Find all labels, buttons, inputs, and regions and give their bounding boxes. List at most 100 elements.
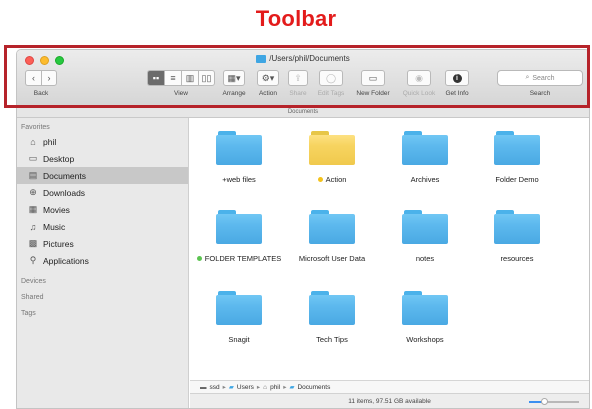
sidebar-item-label: Documents: [43, 170, 86, 181]
action-button[interactable]: ⚙▾: [257, 70, 279, 86]
slider-knob[interactable]: [541, 398, 548, 405]
cover-flow-icon: ▯▯: [201, 72, 212, 83]
file-name: Tech Tips: [316, 335, 348, 344]
action-label: Action: [258, 90, 278, 97]
path-crumb[interactable]: ssd: [210, 384, 220, 391]
folder-icon: [256, 54, 267, 63]
icon-size-slider[interactable]: [529, 398, 579, 405]
applications-icon: ⚲: [29, 255, 37, 265]
downloads-icon: ⊕: [29, 187, 37, 197]
sidebar-item-movies[interactable]: ▦ Movies: [17, 201, 188, 218]
column-view-button[interactable]: ▥: [181, 70, 198, 86]
view-label: View: [174, 90, 188, 97]
file-label: Snagit: [194, 335, 284, 344]
get-info-button[interactable]: i: [445, 70, 469, 86]
sidebar-item-music[interactable]: ♫ Music: [17, 218, 188, 235]
back-forward-group: ‹ ›: [25, 70, 57, 86]
tag-icon: ◯: [325, 72, 337, 83]
quick-look-label: Quick Look: [402, 90, 436, 97]
columns-icon: ▥: [185, 72, 195, 83]
sidebar-item-applications[interactable]: ⚲ Applications: [17, 252, 188, 269]
file-item[interactable]: Folder Demo: [472, 131, 562, 184]
forward-button[interactable]: ›: [41, 70, 57, 86]
folder-icon: [309, 210, 355, 244]
file-item[interactable]: Microsoft User Data: [287, 210, 377, 263]
edit-tags-button[interactable]: ◯: [319, 70, 343, 86]
documents-icon: ▤: [28, 170, 38, 180]
file-name: Workshops: [406, 335, 444, 344]
sidebar-item-desktop[interactable]: ▭ Desktop: [17, 150, 188, 167]
file-name: Archives: [410, 175, 440, 184]
folder-icon: [402, 210, 448, 244]
movies-icon: ▦: [28, 204, 38, 214]
window-title-text: /Users/phil/Documents: [269, 54, 350, 63]
file-name: notes: [415, 254, 435, 263]
home-icon: ⌂: [30, 136, 36, 147]
search-field[interactable]: ⌕ Search: [497, 70, 583, 86]
status-text: 11 items, 97.51 GB available: [348, 398, 431, 405]
gear-icon: ⚙▾: [261, 72, 275, 83]
file-item[interactable]: Tech Tips: [287, 291, 377, 344]
file-item[interactable]: notes: [380, 210, 470, 263]
file-name: Snagit: [228, 335, 250, 344]
sidebar-item-downloads[interactable]: ⊕ Downloads: [17, 184, 188, 201]
file-label: Workshops: [380, 335, 470, 344]
eye-icon: ◉: [415, 72, 423, 83]
folder-icon: [309, 291, 355, 325]
folder-icon: [309, 131, 355, 165]
quick-look-button[interactable]: ◉: [407, 70, 431, 86]
list-icon: ≡: [170, 73, 176, 83]
search-label: Search: [529, 90, 551, 97]
file-item[interactable]: FOLDER TEMPLATES: [194, 210, 284, 263]
sidebar-item-label: Applications: [43, 255, 89, 266]
pictures-icon: ▩: [28, 238, 38, 248]
back-button[interactable]: ‹: [25, 70, 41, 86]
folder-icon: ▰: [228, 384, 234, 391]
path-crumb[interactable]: phil: [270, 384, 280, 391]
list-view-button[interactable]: ≡: [164, 70, 181, 86]
toolbar-caption: Toolbar: [255, 6, 337, 31]
file-item[interactable]: resources: [472, 210, 562, 263]
folder-icon: [494, 131, 540, 165]
path-crumb[interactable]: Users: [237, 384, 254, 391]
back-label: Back: [33, 90, 49, 97]
arrange-icon: ▦▾: [227, 72, 241, 83]
sidebar-item-phil[interactable]: ⌂ phil: [17, 133, 188, 150]
new-folder-label: New Folder: [356, 90, 390, 97]
chevron-right-icon: ▸: [256, 384, 261, 391]
chevron-right-icon: ▸: [222, 384, 226, 391]
share-icon: ⇪: [294, 72, 302, 83]
file-label: +web files: [194, 175, 284, 184]
share-button[interactable]: ⇪: [288, 70, 308, 86]
grid-icon: ▪▪: [152, 73, 160, 83]
file-label: Folder Demo: [472, 175, 562, 184]
file-item[interactable]: Snagit: [194, 291, 284, 344]
chevron-right-icon: ▸: [283, 384, 287, 391]
title-bar: /Users/phil/Documents ‹ › Back ▪▪ ≡ ▥ ▯▯…: [17, 50, 589, 106]
path-crumb[interactable]: Documents: [297, 384, 330, 391]
status-bar: 11 items, 97.51 GB available: [190, 393, 589, 408]
folder-icon: [402, 131, 448, 165]
file-label: notes: [380, 254, 470, 263]
sidebar-item-pictures[interactable]: ▩ Pictures: [17, 235, 188, 252]
sidebar-item-documents[interactable]: ▤ Documents: [17, 167, 188, 184]
file-item[interactable]: Workshops: [380, 291, 470, 344]
cover-flow-button[interactable]: ▯▯: [198, 70, 215, 86]
icon-view-button[interactable]: ▪▪: [147, 70, 164, 86]
file-item[interactable]: +web files: [194, 131, 284, 184]
folder-icon: [216, 210, 262, 244]
file-name: Folder Demo: [495, 175, 539, 184]
sidebar-tags-header: Tags: [21, 310, 36, 317]
window-title: /Users/phil/Documents: [17, 54, 589, 63]
new-folder-button[interactable]: ▭: [361, 70, 385, 86]
file-label: Microsoft User Data: [287, 254, 377, 263]
folder-icon: [216, 291, 262, 325]
drive-icon: ▬: [200, 383, 207, 391]
sidebar-item-label: Music: [43, 221, 66, 232]
file-item[interactable]: Action: [287, 131, 377, 184]
file-label: Tech Tips: [287, 335, 377, 344]
file-item[interactable]: Archives: [380, 131, 470, 184]
tab-bar: Documents: [17, 106, 589, 118]
arrange-button[interactable]: ▦▾: [223, 70, 245, 86]
folder-icon: ▰: [289, 384, 295, 391]
